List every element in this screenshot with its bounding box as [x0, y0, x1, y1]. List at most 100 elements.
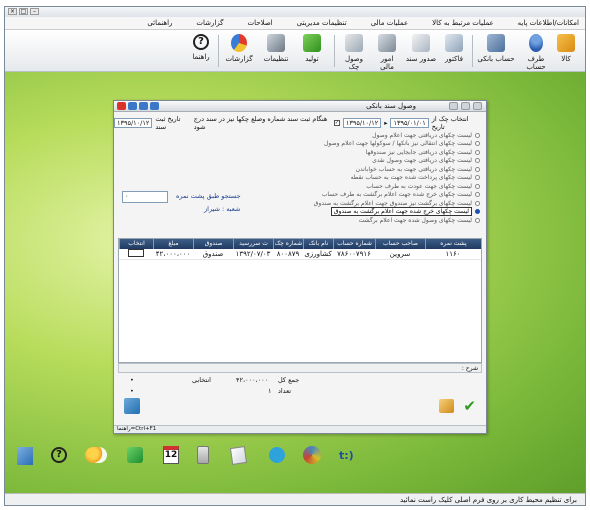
toolbar-goods-label: کالا [561, 55, 571, 63]
dock-exit-icon[interactable] [17, 443, 35, 469]
dock-notes-icon[interactable] [229, 443, 251, 469]
toolbar-collect-check-label: وصول چک [344, 55, 364, 71]
radio-option[interactable]: لیست چکهای دریافتی جهت وصول نقدی [240, 157, 480, 166]
help-dialog-icon[interactable] [128, 102, 137, 110]
date-from-input[interactable]: ۱۳۹۵/۰۱/۰۱ [390, 118, 429, 128]
summary-bar: شرح : [118, 363, 482, 373]
to-arrow-icon: ▸ [384, 119, 388, 127]
bank-document-dialog: وصول سند بانکی انتخاب چک از تاریخ ۱۳۹۵/۰… [113, 100, 487, 434]
radio-option[interactable]: لیست چکهای دریافتی جابجایی نیز صندوقها [240, 148, 480, 157]
register-date-input[interactable]: ۱۳۹۵/۱۰/۱۲ [114, 118, 153, 128]
toolbar-invoice-button[interactable]: فاکتور [441, 34, 467, 63]
dock-phone-icon[interactable] [127, 443, 147, 469]
toolbar-settings-button[interactable]: تنظیمات [261, 34, 291, 63]
search-number-input[interactable]: ۰ [122, 191, 168, 203]
toolbar-issue-document-button[interactable]: صدور سند [405, 34, 437, 63]
table-row[interactable]: ۱۱۶۰ سروین ۷۸۶۰۰۷۹۱۶ کشاورزی ۸۰۰۸۷۹ ۱۳۹۲… [119, 249, 481, 260]
col-account-number[interactable]: شماره حساب [333, 239, 375, 249]
radio-option[interactable]: لیست چکهای دریافتی جهت اعلام وصول [240, 131, 480, 140]
finance-icon [378, 34, 396, 52]
radio-icon [475, 132, 480, 138]
radio-option[interactable]: لیست چکهای پرداخت شده جهت به حساب نقطه [240, 174, 480, 183]
radio-icon [475, 175, 480, 181]
info-dialog-icon[interactable] [150, 102, 159, 110]
radio-option[interactable]: لیست چکهای دریافتی جهت به حساب خواباندن [240, 165, 480, 174]
person-icon [529, 34, 543, 52]
radio-option[interactable]: لیست چکهای جهت عودت به طرف حساب [240, 182, 480, 191]
col-check-number[interactable]: شماره چک [273, 239, 303, 249]
maximize-window-button[interactable]: □ [19, 8, 28, 15]
radio-icon [475, 141, 480, 147]
selected-label: انتخابی [192, 376, 211, 384]
toolbar: کالا طرف حساب حساب بانکی فاکتور صدور سند… [5, 30, 585, 72]
radio-option[interactable]: لیست چکهای انتقالی نیز بانکها / سوکولها … [240, 140, 480, 149]
radio-icon [475, 166, 480, 172]
date-to-input[interactable]: ۱۳۹۵/۱۰/۱۲ [342, 118, 382, 128]
menu-help[interactable]: راهنمائی [147, 19, 172, 27]
settings-icon [267, 34, 285, 52]
dialog-title-bar: وصول سند بانکی [114, 101, 486, 112]
radio-icon [475, 209, 480, 215]
dialog-close-button[interactable] [473, 102, 482, 110]
toolbar-goods-button[interactable]: کالا [555, 34, 577, 63]
close-window-button[interactable]: × [8, 8, 17, 15]
toolbar-party-button[interactable]: طرف حساب [521, 34, 551, 71]
collect-check-icon [345, 34, 363, 52]
radio-option-selected[interactable]: لیست چکهای خرج شده جهت اعلام برگشت به صن… [240, 207, 480, 217]
radio-option[interactable]: لیست چکهای برگشت نیز صندوق جهت اعلام برگ… [240, 199, 480, 208]
dock-weather-icon[interactable] [85, 443, 111, 469]
cell-cashbox: صندوق [202, 250, 224, 258]
radio-option[interactable]: لیست چکهای وصول شده جهت اعلام برگشت [240, 216, 480, 225]
toolbar-bank-account-label: حساب بانکی [477, 55, 515, 63]
reports-icon [231, 34, 247, 52]
minimize-window-button[interactable]: – [30, 8, 39, 15]
col-cashbox[interactable]: صندوق [193, 239, 233, 249]
toolbar-finance-button[interactable]: امور مالی [373, 34, 401, 71]
print-document-icon[interactable] [439, 399, 454, 413]
select-checkbox[interactable] [128, 249, 144, 257]
dock-logo-icon[interactable]: t:) [339, 443, 361, 469]
register-checkbox[interactable]: ✓ [333, 120, 340, 126]
branch-label: شعبه : شیراز [204, 205, 241, 213]
toolbar-invoice-label: فاکتور [445, 55, 463, 63]
count-label: تعداد [278, 387, 292, 395]
menu-goods-ops[interactable]: عملیات مرتبط به کالا [432, 19, 494, 27]
close-dialog-icon[interactable] [117, 102, 126, 110]
toolbar-production-button[interactable]: تولید [295, 34, 329, 63]
invoice-icon [445, 34, 463, 52]
dock-calendar-icon[interactable]: 12 [163, 443, 181, 469]
col-bank-name[interactable]: نام بانک [303, 239, 333, 249]
production-icon [303, 34, 321, 52]
menu-financial-ops[interactable]: عملیات مالی [371, 19, 408, 27]
col-amount[interactable]: مبلغ [153, 239, 193, 249]
toolbar-reports-button[interactable]: گزارشات [223, 34, 255, 63]
dock-help-icon[interactable]: ? [51, 443, 73, 469]
menu-reports[interactable]: گزارشات [196, 19, 223, 27]
exit-dialog-button[interactable] [124, 398, 140, 414]
cell-account-number: ۷۸۶۰۰۷۹۱۶ [337, 250, 371, 258]
dock-tools-icon[interactable] [303, 443, 325, 469]
radio-icon [475, 149, 480, 155]
menu-basic-info[interactable]: امکانات/اطلاعات پایه [518, 19, 579, 27]
dialog-minimize-button[interactable] [449, 102, 458, 110]
cell-bank-name: کشاورزی [304, 250, 332, 258]
col-due-date[interactable]: ت سررسید [233, 239, 273, 249]
col-back-number[interactable]: پشت نمره [425, 239, 481, 249]
dock-telegram-icon[interactable] [269, 443, 289, 469]
toolbar-bank-account-button[interactable]: حساب بانکی [477, 34, 515, 63]
col-account-owner[interactable]: صاحب حساب [375, 239, 425, 249]
cell-select[interactable] [119, 249, 153, 259]
radio-icon [475, 200, 480, 206]
toolbar-collect-check-button[interactable]: وصول چک [339, 34, 369, 71]
count-value: ۱ [268, 387, 272, 395]
radio-option[interactable]: لیست چکهای خرج شده جهت اعلام برگشت به طر… [240, 191, 480, 200]
confirm-check-icon[interactable]: ✔ [463, 397, 476, 415]
keyboard-dialog-icon[interactable] [139, 102, 148, 110]
col-select[interactable]: انتخاب [119, 239, 153, 249]
dialog-maximize-button[interactable] [461, 102, 470, 110]
menu-corrections[interactable]: اصلاحات [248, 19, 273, 27]
toolbar-reports-label: گزارشات [225, 55, 253, 63]
menu-admin-settings[interactable]: تنظیمات مدیریتی [297, 19, 347, 27]
toolbar-help-button[interactable]: ? راهنما [187, 34, 215, 61]
dock-calculator-icon[interactable] [197, 443, 213, 469]
